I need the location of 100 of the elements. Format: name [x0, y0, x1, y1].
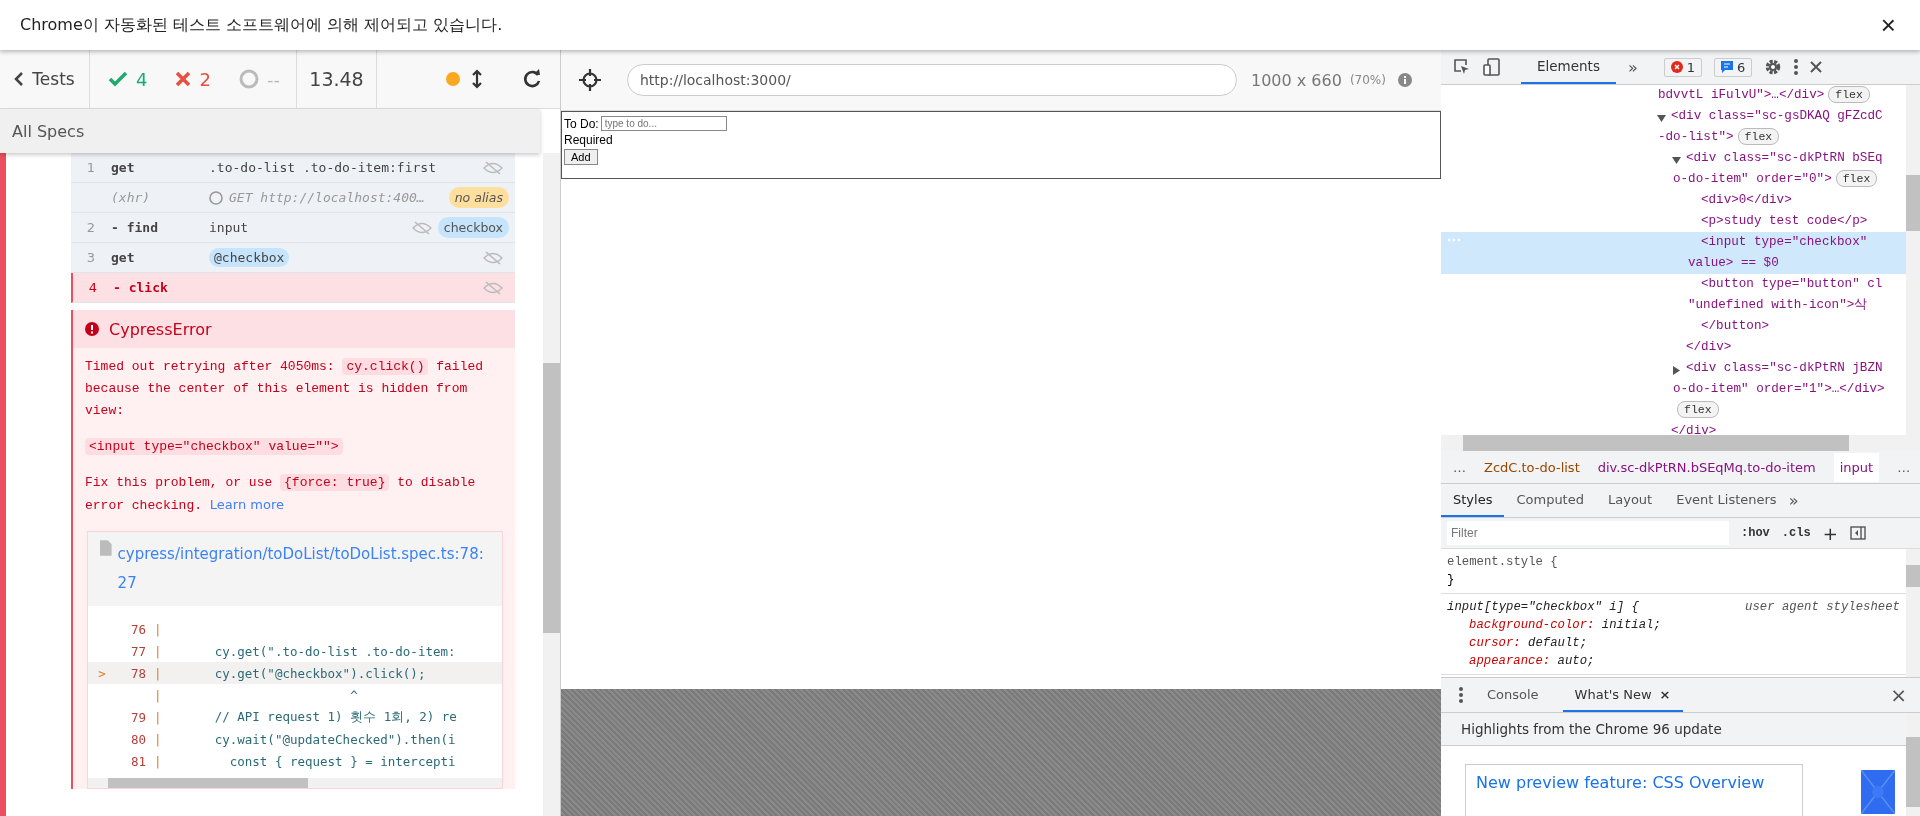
scrollbar-thumb[interactable]	[1463, 435, 1849, 451]
elements-tab[interactable]: Elements	[1521, 50, 1616, 84]
sidebar-toggle-icon[interactable]	[1849, 526, 1866, 540]
feature-card[interactable]: New preview feature: CSS Overview	[1465, 764, 1803, 816]
scrollbar[interactable]	[88, 778, 502, 788]
scrollbar-thumb[interactable]	[108, 778, 308, 788]
error-title: CypressError	[109, 319, 212, 339]
error-message: Fix this problem, or use {force: true} to disable error checking. Learn more	[84, 473, 477, 515]
class-toggle[interactable]: .cls	[1781, 526, 1811, 540]
flex-badge[interactable]: flex	[1677, 401, 1719, 418]
message-counter[interactable]: 6	[1714, 57, 1753, 77]
styles-pane-tab[interactable]: Layout	[1596, 484, 1665, 517]
dom-node[interactable]: <input type="checkbox" value> == $0	[1441, 232, 1906, 274]
css-declaration: cursor: default;	[1468, 635, 1589, 652]
flex-badge[interactable]: flex	[1737, 128, 1780, 145]
todo-input[interactable]: type to do...	[600, 116, 727, 131]
device-icon[interactable]	[1483, 58, 1501, 76]
alias-badge: checkbox	[437, 217, 509, 238]
code-line: 76 |	[129, 620, 163, 639]
scrollbar-thumb[interactable]	[543, 363, 560, 633]
hover-toggle[interactable]: :hov	[1741, 526, 1770, 540]
alias-badge: no alias	[448, 187, 509, 208]
eye-slash-icon	[411, 220, 432, 235]
cross-icon	[175, 71, 192, 87]
breadcrumb[interactable]: input	[1833, 452, 1880, 482]
url-field[interactable]: http://localhost:3000/	[627, 64, 1237, 96]
css-declaration: background-color: initial;	[1468, 617, 1662, 634]
scrollbar-thumb[interactable]	[1906, 565, 1920, 587]
dom-node[interactable]: <div class="sc-gsDKAQ gFZcdC -do-list"> flex	[1441, 106, 1906, 148]
up-down-arrow-icon[interactable]	[472, 69, 482, 89]
scrollbar[interactable]	[1441, 435, 1920, 451]
command-name: (xhr)	[111, 190, 152, 205]
command-row[interactable]: 3 get @checkbox	[71, 243, 515, 273]
styles-pane-tab[interactable]: Computed	[1504, 484, 1596, 517]
scrollbar[interactable]	[543, 153, 560, 816]
command-number: 3	[85, 250, 97, 265]
dom-node[interactable]: <button type="button" cl "undefined with-icon">삭	[1441, 274, 1906, 316]
breadcrumb[interactable]: div.sc-dkPtRN.bSEqMq.to-do-item	[1597, 459, 1816, 475]
command-row[interactable]: 4 - click	[71, 273, 515, 303]
css-selector: element.style {	[1447, 554, 1558, 571]
rule-source: user agent stylesheet	[1745, 599, 1900, 616]
crosshair-icon[interactable]	[579, 69, 601, 91]
dom-node[interactable]: </div>	[1441, 421, 1906, 435]
inspect-icon[interactable]	[1453, 58, 1471, 76]
eye-slash-icon	[483, 160, 503, 175]
drawer-tab[interactable]: Console	[1475, 678, 1551, 712]
highlights-heading: Highlights from the Chrome 96 update	[1441, 713, 1906, 746]
breadcrumb[interactable]: …	[1453, 459, 1466, 475]
settings-icon[interactable]	[1764, 58, 1783, 76]
scrollbar-thumb[interactable]	[1906, 737, 1920, 807]
command-number: 2	[85, 220, 97, 235]
breadcrumb[interactable]: …	[1897, 459, 1911, 475]
circle-icon	[238, 69, 259, 89]
code-line: 80 | cy.wait("@updateChecked").then(i	[129, 730, 457, 749]
triangle-down-icon[interactable]	[1672, 156, 1681, 165]
more-tabs[interactable]: »	[1788, 491, 1799, 510]
close-button[interactable]: ×	[1876, 9, 1900, 41]
command-row[interactable]: (xhr) GET http://localhost:400… no alias	[71, 183, 515, 213]
close-icon[interactable]	[1810, 61, 1823, 73]
file-icon	[100, 540, 112, 556]
dom-node[interactable]: <p>study test code</p>	[1441, 211, 1906, 232]
filter-field[interactable]: Filter	[1447, 521, 1729, 545]
code-line: | ^	[153, 686, 359, 705]
dom-node[interactable]: </button>	[1441, 316, 1906, 337]
message-icon	[1721, 61, 1733, 73]
dom-node[interactable]: <div class="sc-dkPtRN bSEq o-do-item" order="0"> flex	[1441, 148, 1906, 190]
scrollbar-thumb[interactable]	[1906, 175, 1920, 231]
scrollbar[interactable]	[1906, 85, 1920, 435]
tests-button[interactable]: Tests	[0, 50, 90, 108]
add-button[interactable]: Add	[564, 149, 598, 165]
command-message: input	[209, 220, 249, 235]
command-name: get	[111, 250, 136, 265]
flex-badge[interactable]: flex	[1828, 86, 1870, 103]
triangle-right-icon[interactable]	[1672, 366, 1681, 375]
flex-badge[interactable]: flex	[1835, 170, 1878, 187]
more-tabs[interactable]: »	[1627, 57, 1638, 77]
dom-node[interactable]: </div>	[1441, 337, 1906, 358]
triangle-down-icon[interactable]	[1657, 114, 1666, 123]
error-counter[interactable]: 1	[1663, 57, 1702, 77]
dom-node[interactable]: <div>0</div>	[1441, 190, 1906, 211]
ellipsis-icon	[1447, 238, 1461, 242]
specs-bar[interactable]: All Specs	[0, 109, 540, 153]
drawer-close-button[interactable]: ×	[1890, 683, 1907, 707]
scrollbar[interactable]	[1906, 549, 1920, 677]
dom-node[interactable]: <div class="sc-dkPtRN jBZN o-do-item" order="1">…</div> flex	[1441, 358, 1906, 421]
command-row[interactable]: 1 get .to-do-list .to-do-item:first	[71, 153, 515, 183]
more-vertical-icon[interactable]	[1459, 687, 1463, 703]
viewport-size: 1000 x 660	[1251, 70, 1342, 90]
new-rule-button[interactable]: +	[1822, 522, 1838, 544]
breadcrumb[interactable]: ZcdC.to-do-list	[1484, 459, 1580, 475]
info-icon[interactable]	[1397, 73, 1412, 87]
alert-icon	[85, 322, 99, 336]
todo-label: To Do:	[564, 116, 599, 131]
scrollbar[interactable]	[1906, 713, 1920, 816]
more-vertical-icon[interactable]	[1794, 59, 1799, 75]
styles-pane-tab[interactable]: Event Listeners	[1664, 484, 1789, 517]
reload-icon[interactable]	[522, 69, 542, 89]
dom-node[interactable]: bdvvtL iFulvU">…</div> flex	[1441, 85, 1906, 106]
specs-label: All Specs	[12, 121, 85, 141]
command-row[interactable]: 2 - find input checkbox	[71, 213, 515, 243]
